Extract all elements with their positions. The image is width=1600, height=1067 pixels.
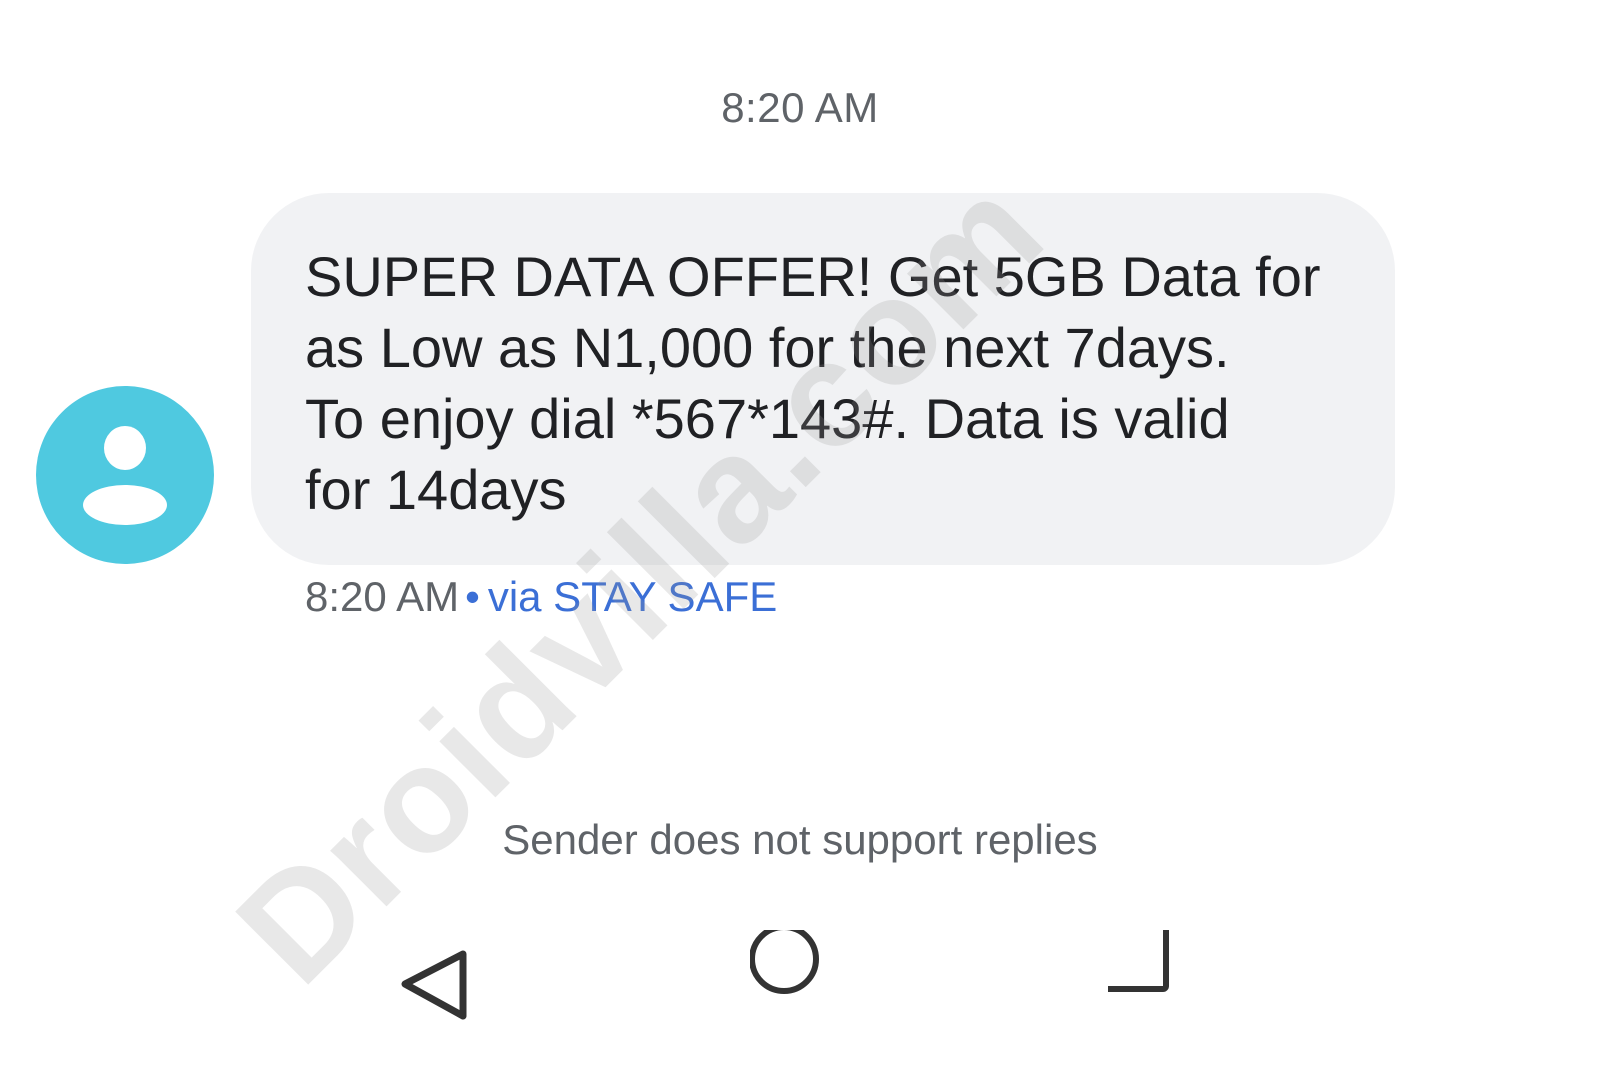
recents-button[interactable]: [1108, 930, 1218, 1040]
message-line: as Low as N1,000 for the next 7days.: [305, 316, 1230, 379]
sender-avatar[interactable]: [36, 386, 214, 564]
message-line: SUPER DATA OFFER! Get 5GB Data for: [305, 245, 1321, 308]
message-screen: 8:20 AM SUPER DATA OFFER! Get 5GB Data f…: [0, 0, 1600, 1067]
message-text: SUPER DATA OFFER! Get 5GB Data for as Lo…: [305, 241, 1345, 525]
message-time: 8:20 AM: [305, 573, 460, 620]
system-nav-bar: [0, 930, 1600, 1040]
home-button[interactable]: [750, 930, 860, 1040]
via-sim-label: via STAY SAFE: [487, 573, 778, 620]
meta-separator: •: [465, 573, 480, 620]
message-bubble[interactable]: SUPER DATA OFFER! Get 5GB Data for as Lo…: [251, 193, 1395, 565]
message-line: for 14days: [305, 458, 567, 521]
message-line: To enjoy dial *567*143#. Data is valid: [305, 387, 1230, 450]
reply-notice: Sender does not support replies: [502, 816, 1098, 863]
back-triangle-icon: [401, 950, 467, 1020]
date-header: 8:20 AM: [721, 84, 879, 131]
message-meta: 8:20 AM • via STAY SAFE: [305, 573, 777, 621]
person-icon: [83, 426, 167, 525]
recents-square-icon: [1108, 930, 1169, 992]
back-button[interactable]: [393, 930, 503, 1040]
home-circle-icon: [750, 930, 819, 994]
